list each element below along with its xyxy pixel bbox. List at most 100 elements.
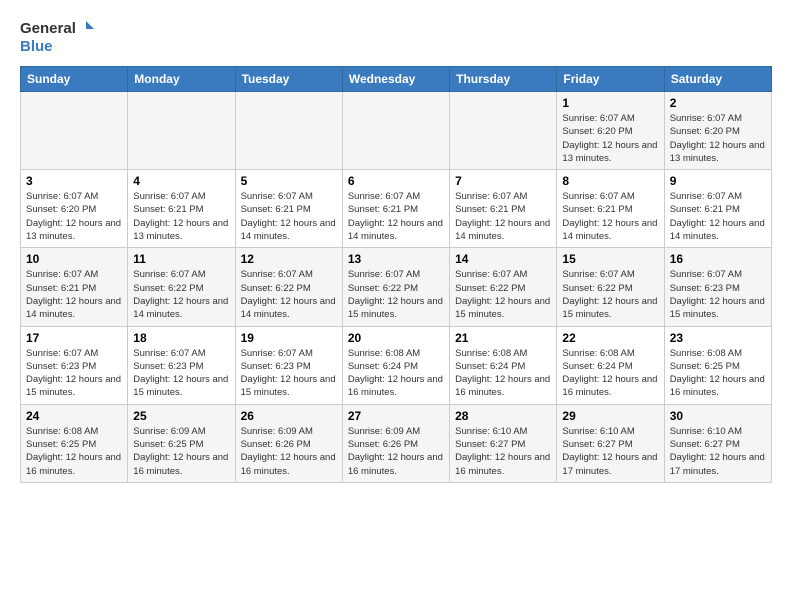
cell-content: Sunrise: 6:07 AM Sunset: 6:20 PM Dayligh… bbox=[26, 190, 122, 243]
calendar-cell bbox=[21, 92, 128, 170]
logo-blue: Blue bbox=[20, 38, 53, 56]
cell-content: Sunrise: 6:07 AM Sunset: 6:22 PM Dayligh… bbox=[241, 268, 337, 321]
calendar-cell: 21 Sunrise: 6:08 AM Sunset: 6:24 PM Dayli… bbox=[450, 326, 557, 404]
day-number: 5 bbox=[241, 174, 337, 188]
calendar-cell bbox=[128, 92, 235, 170]
day-header-wednesday: Wednesday bbox=[342, 67, 449, 92]
day-number: 22 bbox=[562, 331, 658, 345]
calendar-cell: 29 Sunrise: 6:10 AM Sunset: 6:27 PM Dayli… bbox=[557, 404, 664, 482]
day-number: 11 bbox=[133, 252, 229, 266]
cell-content: Sunrise: 6:10 AM Sunset: 6:27 PM Dayligh… bbox=[670, 425, 766, 478]
day-number: 19 bbox=[241, 331, 337, 345]
day-number: 6 bbox=[348, 174, 444, 188]
day-number: 8 bbox=[562, 174, 658, 188]
cell-content: Sunrise: 6:07 AM Sunset: 6:21 PM Dayligh… bbox=[241, 190, 337, 243]
calendar-cell bbox=[342, 92, 449, 170]
day-header-friday: Friday bbox=[557, 67, 664, 92]
calendar-cell bbox=[235, 92, 342, 170]
calendar-cell: 27 Sunrise: 6:09 AM Sunset: 6:26 PM Dayli… bbox=[342, 404, 449, 482]
calendar-cell: 10 Sunrise: 6:07 AM Sunset: 6:21 PM Dayli… bbox=[21, 248, 128, 326]
calendar-cell: 7 Sunrise: 6:07 AM Sunset: 6:21 PM Daylig… bbox=[450, 170, 557, 248]
logo-general: General bbox=[20, 20, 76, 38]
cell-content: Sunrise: 6:07 AM Sunset: 6:22 PM Dayligh… bbox=[133, 268, 229, 321]
calendar-cell: 17 Sunrise: 6:07 AM Sunset: 6:23 PM Dayli… bbox=[21, 326, 128, 404]
calendar-cell: 15Sunrise: 6:07 AM Sunset: 6:22 PM Dayli… bbox=[557, 248, 664, 326]
day-number: 2 bbox=[670, 96, 766, 110]
cell-content: Sunrise: 6:07 AM Sunset: 6:23 PM Dayligh… bbox=[670, 268, 766, 321]
header: General Blue bbox=[20, 20, 772, 56]
cell-content: Sunrise: 6:07 AM Sunset: 6:23 PM Dayligh… bbox=[133, 347, 229, 400]
day-number: 3 bbox=[26, 174, 122, 188]
logo-arrow bbox=[78, 21, 94, 37]
calendar-cell: 22 Sunrise: 6:08 AM Sunset: 6:24 PM Dayli… bbox=[557, 326, 664, 404]
header-row: SundayMondayTuesdayWednesdayThursdayFrid… bbox=[21, 67, 772, 92]
cell-content: Sunrise: 6:07 AM Sunset: 6:21 PM Dayligh… bbox=[670, 190, 766, 243]
calendar-cell: 30 Sunrise: 6:10 AM Sunset: 6:27 PM Dayli… bbox=[664, 404, 771, 482]
calendar-cell: 25Sunrise: 6:09 AM Sunset: 6:25 PM Dayli… bbox=[128, 404, 235, 482]
calendar-cell: 3 Sunrise: 6:07 AM Sunset: 6:20 PM Daylig… bbox=[21, 170, 128, 248]
cell-content: Sunrise: 6:07 AM Sunset: 6:23 PM Dayligh… bbox=[26, 347, 122, 400]
day-header-sunday: Sunday bbox=[21, 67, 128, 92]
cell-content: Sunrise: 6:07 AM Sunset: 6:23 PM Dayligh… bbox=[241, 347, 337, 400]
day-number: 17 bbox=[26, 331, 122, 345]
cell-content: Sunrise: 6:08 AM Sunset: 6:24 PM Dayligh… bbox=[348, 347, 444, 400]
cell-content: Sunrise: 6:07 AM Sunset: 6:21 PM Dayligh… bbox=[455, 190, 551, 243]
calendar-cell: 9Sunrise: 6:07 AM Sunset: 6:21 PM Daylig… bbox=[664, 170, 771, 248]
calendar-cell: 1 Sunrise: 6:07 AM Sunset: 6:20 PM Daylig… bbox=[557, 92, 664, 170]
day-number: 10 bbox=[26, 252, 122, 266]
cell-content: Sunrise: 6:07 AM Sunset: 6:22 PM Dayligh… bbox=[348, 268, 444, 321]
cell-content: Sunrise: 6:07 AM Sunset: 6:21 PM Dayligh… bbox=[26, 268, 122, 321]
cell-content: Sunrise: 6:08 AM Sunset: 6:24 PM Dayligh… bbox=[562, 347, 658, 400]
cell-content: Sunrise: 6:09 AM Sunset: 6:26 PM Dayligh… bbox=[348, 425, 444, 478]
logo: General Blue bbox=[20, 20, 94, 56]
day-number: 14 bbox=[455, 252, 551, 266]
week-row-2: 3 Sunrise: 6:07 AM Sunset: 6:20 PM Daylig… bbox=[21, 170, 772, 248]
calendar-cell bbox=[450, 92, 557, 170]
day-number: 29 bbox=[562, 409, 658, 423]
day-number: 27 bbox=[348, 409, 444, 423]
calendar-cell: 12 Sunrise: 6:07 AM Sunset: 6:22 PM Dayli… bbox=[235, 248, 342, 326]
day-number: 23 bbox=[670, 331, 766, 345]
cell-content: Sunrise: 6:10 AM Sunset: 6:27 PM Dayligh… bbox=[455, 425, 551, 478]
day-number: 30 bbox=[670, 409, 766, 423]
day-number: 12 bbox=[241, 252, 337, 266]
day-number: 26 bbox=[241, 409, 337, 423]
calendar-cell: 8Sunrise: 6:07 AM Sunset: 6:21 PM Daylig… bbox=[557, 170, 664, 248]
cell-content: Sunrise: 6:07 AM Sunset: 6:22 PM Dayligh… bbox=[562, 268, 658, 321]
day-header-thursday: Thursday bbox=[450, 67, 557, 92]
cell-content: Sunrise: 6:10 AM Sunset: 6:27 PM Dayligh… bbox=[562, 425, 658, 478]
cell-content: Sunrise: 6:07 AM Sunset: 6:21 PM Dayligh… bbox=[133, 190, 229, 243]
cell-content: Sunrise: 6:07 AM Sunset: 6:20 PM Dayligh… bbox=[562, 112, 658, 165]
day-number: 13 bbox=[348, 252, 444, 266]
calendar-cell: 11 Sunrise: 6:07 AM Sunset: 6:22 PM Dayli… bbox=[128, 248, 235, 326]
day-number: 20 bbox=[348, 331, 444, 345]
cell-content: Sunrise: 6:08 AM Sunset: 6:24 PM Dayligh… bbox=[455, 347, 551, 400]
day-number: 21 bbox=[455, 331, 551, 345]
calendar-cell: 14Sunrise: 6:07 AM Sunset: 6:22 PM Dayli… bbox=[450, 248, 557, 326]
calendar-table: SundayMondayTuesdayWednesdayThursdayFrid… bbox=[20, 66, 772, 483]
calendar-cell: 28 Sunrise: 6:10 AM Sunset: 6:27 PM Dayli… bbox=[450, 404, 557, 482]
day-number: 24 bbox=[26, 409, 122, 423]
day-number: 4 bbox=[133, 174, 229, 188]
week-row-1: 1 Sunrise: 6:07 AM Sunset: 6:20 PM Daylig… bbox=[21, 92, 772, 170]
day-number: 7 bbox=[455, 174, 551, 188]
calendar-cell: 20 Sunrise: 6:08 AM Sunset: 6:24 PM Dayli… bbox=[342, 326, 449, 404]
calendar-cell: 16 Sunrise: 6:07 AM Sunset: 6:23 PM Dayli… bbox=[664, 248, 771, 326]
calendar-cell: 13 Sunrise: 6:07 AM Sunset: 6:22 PM Dayli… bbox=[342, 248, 449, 326]
calendar-cell: 19 Sunrise: 6:07 AM Sunset: 6:23 PM Dayli… bbox=[235, 326, 342, 404]
calendar-cell: 26Sunrise: 6:09 AM Sunset: 6:26 PM Dayli… bbox=[235, 404, 342, 482]
calendar-cell: 2 Sunrise: 6:07 AM Sunset: 6:20 PM Daylig… bbox=[664, 92, 771, 170]
calendar-cell: 24 Sunrise: 6:08 AM Sunset: 6:25 PM Dayli… bbox=[21, 404, 128, 482]
day-number: 18 bbox=[133, 331, 229, 345]
calendar-cell: 5 Sunrise: 6:07 AM Sunset: 6:21 PM Daylig… bbox=[235, 170, 342, 248]
calendar-cell: 6 Sunrise: 6:07 AM Sunset: 6:21 PM Daylig… bbox=[342, 170, 449, 248]
day-number: 16 bbox=[670, 252, 766, 266]
cell-content: Sunrise: 6:07 AM Sunset: 6:20 PM Dayligh… bbox=[670, 112, 766, 165]
day-number: 1 bbox=[562, 96, 658, 110]
cell-content: Sunrise: 6:08 AM Sunset: 6:25 PM Dayligh… bbox=[26, 425, 122, 478]
week-row-3: 10 Sunrise: 6:07 AM Sunset: 6:21 PM Dayli… bbox=[21, 248, 772, 326]
cell-content: Sunrise: 6:08 AM Sunset: 6:25 PM Dayligh… bbox=[670, 347, 766, 400]
day-number: 28 bbox=[455, 409, 551, 423]
calendar-cell: 18 Sunrise: 6:07 AM Sunset: 6:23 PM Dayli… bbox=[128, 326, 235, 404]
cell-content: Sunrise: 6:07 AM Sunset: 6:21 PM Dayligh… bbox=[348, 190, 444, 243]
